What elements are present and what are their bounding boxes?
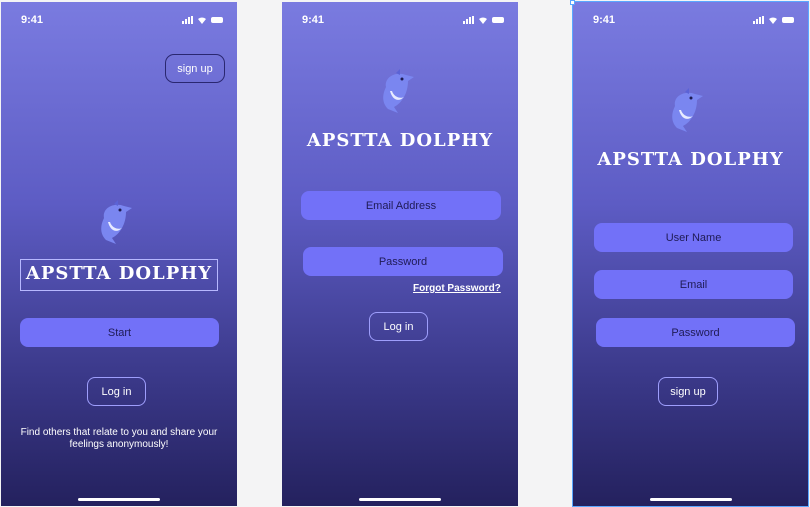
app-title: APSTTA DOLPHY	[597, 149, 784, 170]
wifi-icon	[479, 17, 487, 24]
signal-icon	[182, 16, 193, 24]
wifi-icon	[769, 17, 777, 24]
home-indicator	[78, 498, 160, 501]
dolphin-icon	[383, 69, 414, 113]
signal-icon	[753, 16, 764, 24]
login-button[interactable]: Log in	[369, 312, 428, 341]
battery-icon	[211, 17, 223, 23]
status-time: 9:41	[21, 14, 44, 26]
home-indicator	[649, 498, 732, 501]
email-field[interactable]: Email	[594, 270, 793, 299]
username-field[interactable]: User Name	[594, 223, 793, 252]
welcome-screen: 9:41 sign up APSTTA DOLPHY Start Log in …	[1, 2, 237, 506]
dolphin-icon	[101, 200, 132, 244]
wifi-icon	[198, 17, 206, 24]
password-field[interactable]: Password	[303, 247, 503, 276]
status-time: 9:41	[593, 14, 616, 26]
signup-button[interactable]: sign up	[658, 377, 718, 406]
signal-icon	[463, 16, 474, 24]
battery-icon	[492, 17, 504, 23]
battery-icon	[782, 17, 794, 23]
selection-handle	[570, 0, 575, 5]
status-bar: 9:41	[302, 14, 504, 28]
status-bar: 9:41	[593, 14, 794, 28]
dolphin-icon	[672, 88, 703, 132]
login-button[interactable]: Log in	[87, 377, 146, 406]
home-indicator	[359, 498, 441, 501]
status-bar: 9:41	[21, 14, 223, 28]
app-title: APSTTA DOLPHY	[306, 130, 494, 151]
signup-button[interactable]: sign up	[165, 54, 225, 83]
forgot-password-link[interactable]: Forgot Password?	[413, 283, 501, 294]
tagline: Find others that relate to you and share…	[20, 427, 218, 450]
app-title: APSTTA DOLPHY	[20, 259, 218, 291]
login-screen: 9:41 APSTTA DOLPHY Email Address Passwor…	[282, 2, 518, 506]
start-button[interactable]: Start	[20, 318, 219, 347]
password-field[interactable]: Password	[596, 318, 795, 347]
signup-screen: 9:41 APSTTA DOLPHY User Name Email Passw…	[572, 1, 809, 507]
status-time: 9:41	[302, 14, 325, 26]
email-field[interactable]: Email Address	[301, 191, 501, 220]
